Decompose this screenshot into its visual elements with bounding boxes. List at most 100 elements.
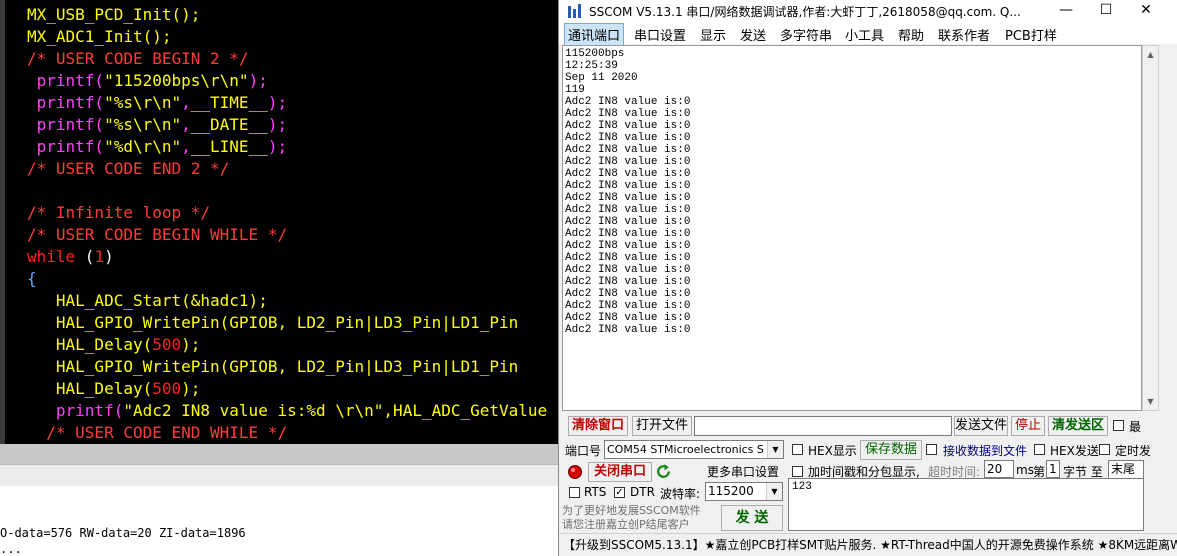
clear-send-button[interactable]: 清发送区 — [1048, 416, 1108, 436]
code-line[interactable]: printf("%d\r\n",__LINE__); — [27, 136, 547, 158]
more-serial-settings-link[interactable]: 更多串口设置 — [707, 463, 779, 480]
refresh-icon[interactable] — [655, 463, 672, 480]
clear-window-button[interactable]: 清除窗口 — [568, 416, 628, 436]
code-token: , — [181, 137, 191, 156]
timeout-input[interactable]: 20 — [984, 460, 1014, 478]
code-token: MX_ADC1_Init(); — [27, 27, 172, 46]
menu-item-pcb[interactable]: PCB打样 — [1005, 25, 1057, 44]
code-token: , — [181, 115, 191, 134]
maximize-icon[interactable]: ☐ — [1086, 0, 1126, 22]
received-line: Adc2 IN8 value is:0 — [565, 96, 691, 108]
hex-send-checkbox[interactable] — [1034, 444, 1045, 455]
scroll-down-icon[interactable]: ▼ — [1143, 393, 1158, 410]
code-line[interactable]: HAL_GPIO_WritePin(GPIOB, LD2_Pin|LD3_Pin… — [27, 356, 547, 378]
code-token: printf( — [27, 93, 105, 112]
code-token: __TIME__ — [190, 93, 268, 112]
receive-scrollbar[interactable]: ▲ ▼ — [1142, 45, 1159, 411]
code-token: /* Infinite loop */ — [27, 203, 211, 222]
topmost-checkbox[interactable] — [1113, 420, 1124, 431]
code-line[interactable]: while (1) — [27, 246, 547, 268]
code-token: ,HAL_ADC_GetValue — [383, 401, 548, 420]
code-line[interactable]: /* USER CODE END WHILE */ — [27, 422, 547, 444]
received-line: 119 — [565, 84, 585, 96]
code-token: __DATE__ — [190, 115, 268, 134]
baud-select[interactable]: 115200 ▼ — [705, 482, 783, 501]
ms-label: ms — [1016, 463, 1034, 477]
code-text[interactable]: MX_USB_PCD_Init(); MX_ADC1_Init(); /* USER… — [27, 4, 547, 444]
code-token: "%s\r\n" — [104, 115, 182, 134]
end-select[interactable]: 末尾 — [1108, 460, 1144, 479]
send-input[interactable]: 123 — [788, 478, 1144, 531]
code-token: HAL_GPIO_WritePin(GPIOB, LD2_Pin|LD3_Pin… — [27, 357, 519, 376]
code-line[interactable]: /* USER CODE BEGIN 2 */ — [27, 48, 547, 70]
file-path-input[interactable] — [694, 416, 952, 436]
code-line[interactable] — [27, 180, 547, 202]
close-port-button[interactable]: 关闭串口 — [588, 462, 652, 482]
close-icon[interactable]: ✕ — [1126, 0, 1166, 22]
received-line: Adc2 IN8 value is:0 — [565, 288, 691, 300]
hex-display-label: HEX显示 — [808, 444, 857, 458]
menu-item-tools[interactable]: 小工具 — [845, 25, 884, 44]
stop-button[interactable]: 停止 — [1011, 416, 1045, 436]
code-line[interactable]: /* USER CODE BEGIN WHILE */ — [27, 224, 547, 246]
code-line[interactable]: HAL_GPIO_WritePin(GPIOB, LD2_Pin|LD3_Pin… — [27, 312, 547, 334]
save-data-button[interactable]: 保存数据 — [860, 440, 922, 460]
code-line[interactable]: printf("115200bps\r\n"); — [27, 70, 547, 92]
code-editor[interactable]: MX_USB_PCD_Init(); MX_ADC1_Init(); /* USER… — [0, 0, 568, 444]
receive-area[interactable]: 115200bps 12:25:39 Sep 11 2020 119 Adc2 IN8 … — [562, 45, 1142, 411]
code-token: printf( — [27, 115, 105, 134]
port-select[interactable]: COM54 STMicroelectronics S ▼ — [604, 440, 784, 459]
build-output-panel: O-data=576 RW-data=20 ZI-data=1896 ... — [0, 486, 568, 556]
rts-label: RTS — [584, 485, 607, 499]
menu-item-display[interactable]: 显示 — [700, 25, 726, 44]
recv-to-file-checkbox[interactable] — [926, 444, 937, 455]
code-line[interactable]: MX_USB_PCD_Init(); — [27, 4, 547, 26]
code-line[interactable]: printf("%s\r\n",__TIME__); — [27, 92, 547, 114]
send-button[interactable]: 发 送 — [721, 505, 783, 531]
menu-item-contact-author[interactable]: 联系作者 — [938, 25, 990, 44]
received-line: 12:25:39 — [565, 60, 618, 72]
code-token: "115200bps\r\n" — [104, 71, 249, 90]
code-line[interactable]: HAL_ADC_Start(&hadc1); — [27, 290, 547, 312]
build-output-line: ... — [0, 542, 22, 556]
menu-item-send[interactable]: 发送 — [740, 25, 766, 44]
received-line: Adc2 IN8 value is:0 — [565, 156, 691, 168]
page-input[interactable]: 1 — [1046, 460, 1060, 478]
code-token: "%s\r\n" — [104, 93, 182, 112]
received-line: 115200bps — [565, 48, 625, 60]
received-line: Adc2 IN8 value is:0 — [565, 312, 691, 324]
code-token: HAL_Delay( — [27, 335, 153, 354]
chevron-down-icon: ▼ — [767, 441, 783, 458]
code-line[interactable]: { — [27, 268, 547, 290]
code-token: ); — [267, 115, 288, 134]
code-line[interactable]: /* USER CODE END 2 */ — [27, 158, 547, 180]
code-line[interactable]: printf("%s\r\n",__DATE__); — [27, 114, 547, 136]
timed-send-checkbox[interactable] — [1099, 444, 1110, 455]
code-token: ); — [248, 71, 268, 90]
code-line[interactable]: printf("Adc2 IN8 value is:%d \r\n",HAL_A… — [27, 400, 547, 422]
code-line[interactable]: HAL_Delay(500); — [27, 334, 547, 356]
menu-item-serial-settings[interactable]: 串口设置 — [634, 25, 686, 44]
code-token: HAL_Delay( — [27, 379, 153, 398]
title-bar[interactable]: SSCOM V5.13.1 串口/网络数据调试器,作者:大虾丁丁,2618058… — [559, 0, 1177, 22]
code-line[interactable]: HAL_Delay(500); — [27, 378, 547, 400]
menu-item-comm-port[interactable]: 通讯端口 — [564, 23, 625, 46]
hex-display-checkbox[interactable] — [792, 444, 803, 455]
rts-checkbox[interactable] — [569, 487, 580, 498]
code-token: /* USER CODE END 2 */ — [27, 159, 230, 178]
open-file-button[interactable]: 打开文件 — [632, 416, 692, 436]
promo-line: 请您注册嘉立创P结尾客户 — [562, 518, 690, 531]
timestamp-checkbox[interactable] — [792, 466, 803, 477]
code-token: HAL_GPIO_WritePin(GPIOB, LD2_Pin|LD3_Pin… — [27, 313, 519, 332]
minimize-icon[interactable]: — — [1046, 0, 1086, 22]
recv-to-file-label[interactable]: 接收数据到文件 — [943, 442, 1027, 459]
send-file-button[interactable]: 发送文件 — [954, 416, 1008, 436]
code-line[interactable]: /* Infinite loop */ — [27, 202, 547, 224]
scroll-up-icon[interactable]: ▲ — [1143, 46, 1158, 63]
dtr-checkbox[interactable]: ✓ — [614, 487, 625, 498]
menu-item-multi-string[interactable]: 多字符串 — [780, 25, 832, 44]
code-line[interactable]: MX_ADC1_Init(); — [27, 26, 547, 48]
editor-horizontal-scrollbar[interactable] — [0, 444, 568, 464]
code-token: while — [27, 247, 76, 266]
menu-item-help[interactable]: 帮助 — [898, 25, 924, 44]
